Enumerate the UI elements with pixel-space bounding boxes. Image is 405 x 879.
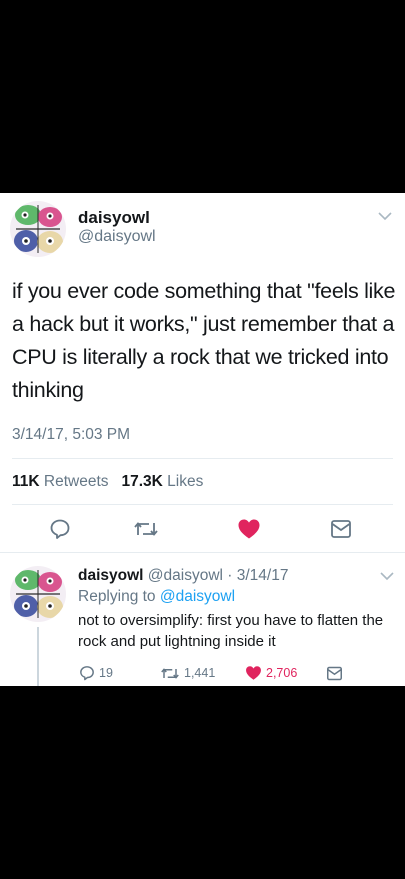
avatar-illustration bbox=[10, 201, 66, 257]
likes-label[interactable]: Likes bbox=[167, 473, 203, 490]
heart-icon[interactable] bbox=[237, 518, 261, 540]
retweets-count[interactable]: 11K bbox=[12, 473, 40, 490]
message-button[interactable] bbox=[326, 664, 347, 682]
like-count-button[interactable]: 2,706 bbox=[245, 664, 297, 682]
reply-author-handle[interactable]: @daisyowl bbox=[148, 567, 223, 584]
message-icon[interactable] bbox=[330, 519, 352, 539]
heart-icon bbox=[246, 666, 261, 680]
avatar-illustration bbox=[10, 566, 66, 622]
reply-author-name[interactable]: daisyowl bbox=[78, 567, 143, 584]
chevron-down-icon[interactable] bbox=[380, 571, 394, 581]
avatar[interactable] bbox=[10, 566, 66, 622]
reply-count: 19 bbox=[99, 666, 113, 680]
retweet-icon[interactable] bbox=[133, 519, 159, 539]
retweets-label[interactable]: Retweets bbox=[44, 473, 109, 490]
author-name[interactable]: daisyowl bbox=[78, 208, 150, 228]
reply-separator: · bbox=[222, 567, 237, 584]
tweet-text: if you ever code something that "feels l… bbox=[12, 279, 396, 402]
divider bbox=[12, 458, 393, 459]
retweet-count: 1,441 bbox=[184, 666, 216, 680]
replying-label: Replying to bbox=[78, 588, 156, 605]
divider bbox=[0, 552, 405, 553]
reply-text: not to oversimplify: first you have to f… bbox=[78, 612, 384, 650]
retweet-count-button[interactable]: 1,441 bbox=[160, 664, 215, 682]
chevron-down-icon[interactable] bbox=[378, 211, 392, 221]
reply-icon bbox=[80, 666, 94, 681]
divider bbox=[12, 504, 393, 505]
tweet-stats: 11K Retweets 17.3K Likes bbox=[12, 473, 203, 491]
replying-to: Replying to @daisyowl bbox=[78, 588, 235, 606]
avatar[interactable] bbox=[10, 201, 66, 257]
retweet-icon bbox=[161, 667, 179, 679]
message-icon bbox=[327, 666, 342, 680]
reply-header: daisyowl @daisyowl · 3/14/17 bbox=[78, 567, 288, 585]
reply-count-button[interactable]: 19 bbox=[79, 664, 113, 682]
likes-count[interactable]: 17.3K bbox=[121, 473, 162, 490]
reply-date[interactable]: 3/14/17 bbox=[237, 567, 289, 584]
like-count: 2,706 bbox=[266, 666, 298, 680]
author-handle[interactable]: @daisyowl bbox=[78, 228, 156, 246]
tweet-card: daisyowl @daisyowl if you ever code some… bbox=[0, 193, 405, 686]
timestamp[interactable]: 3/14/17, 5:03 PM bbox=[12, 426, 130, 444]
replying-to-link[interactable]: @daisyowl bbox=[160, 588, 235, 605]
thread-line bbox=[37, 627, 39, 686]
reply-icon[interactable] bbox=[49, 518, 71, 540]
